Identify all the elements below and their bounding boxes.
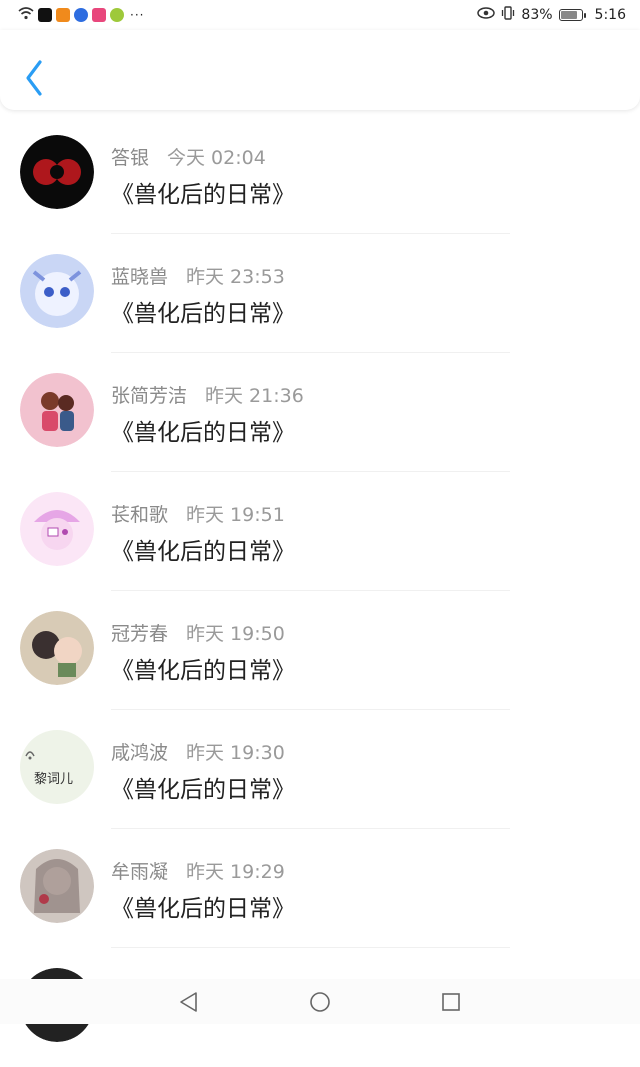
comment-time: 昨天 19:30	[186, 742, 285, 764]
lightbulb-icon	[110, 8, 124, 22]
book-title[interactable]: 《兽化后的日常》	[111, 889, 295, 923]
book-title[interactable]: 《兽化后的日常》	[111, 770, 295, 804]
user-name[interactable]: 蓝晓兽	[111, 262, 168, 289]
vibrate-icon	[501, 6, 515, 24]
user-name[interactable]: 牟雨凝	[111, 857, 168, 884]
list-item[interactable]: 冠芳春 昨天 19:50 《兽化后的日常》	[0, 591, 640, 710]
list-item[interactable]: 答银 今天 02:04 《兽化后的日常》	[0, 115, 640, 234]
video-icon	[56, 8, 70, 22]
avatar[interactable]	[20, 373, 94, 447]
back-button[interactable]	[20, 58, 52, 98]
comment-meta: 牟雨凝 昨天 19:29	[111, 857, 285, 884]
user-name[interactable]: 冠芳春	[111, 619, 168, 646]
comment-time: 昨天 19:29	[186, 861, 285, 883]
circle-home-icon	[310, 992, 330, 1012]
comment-meta: 咸鸿波 昨天 19:30	[111, 738, 285, 765]
tiktok-icon	[38, 8, 52, 22]
status-bar: ··· 83% 5:16	[0, 0, 640, 30]
chevron-left-icon	[26, 60, 42, 96]
more-notifications-icon: ···	[130, 8, 145, 22]
book-title[interactable]: 《兽化后的日常》	[111, 294, 295, 328]
list-item[interactable]: 牟雨凝 昨天 19:29 《兽化后的日常》	[0, 829, 640, 948]
battery-percent: 83%	[521, 7, 553, 23]
comment-meta: 苌和歌 昨天 19:51	[111, 500, 285, 527]
comment-time: 昨天 21:36	[205, 385, 304, 407]
user-name[interactable]: 苌和歌	[111, 500, 168, 527]
triangle-back-icon	[180, 992, 197, 1012]
top-bar	[0, 30, 640, 110]
square-recent-icon	[442, 993, 460, 1011]
book-title[interactable]: 《兽化后的日常》	[111, 532, 295, 566]
comment-time: 昨天 19:50	[186, 623, 285, 645]
avatar[interactable]	[20, 611, 94, 685]
battery-icon	[558, 9, 586, 21]
user-name[interactable]: 张简芳洁	[111, 381, 187, 408]
nav-home-button[interactable]	[307, 989, 333, 1015]
book-title[interactable]: 《兽化后的日常》	[111, 175, 295, 209]
book-title[interactable]: 《兽化后的日常》	[111, 413, 295, 447]
status-left: ···	[18, 6, 144, 24]
avatar[interactable]	[20, 254, 94, 328]
system-nav-bar	[0, 979, 640, 1024]
comment-meta: 冠芳春 昨天 19:50	[111, 619, 285, 646]
comment-time: 今天 02:04	[167, 147, 266, 169]
nav-recent-button[interactable]	[438, 989, 464, 1015]
comment-time: 昨天 19:51	[186, 504, 285, 526]
eye-icon	[477, 7, 496, 23]
list-item[interactable]: 黎词儿 咸鸿波 昨天 19:30 《兽化后的日常》	[0, 710, 640, 829]
user-name[interactable]: 答银	[111, 143, 149, 170]
wifi-icon	[18, 6, 34, 24]
user-name[interactable]: 咸鸿波	[111, 738, 168, 765]
avatar[interactable]	[20, 135, 94, 209]
app-icon	[92, 8, 106, 22]
comment-meta: 答银 今天 02:04	[111, 143, 266, 170]
avatar[interactable]	[20, 849, 94, 923]
list-item[interactable]: 苌和歌 昨天 19:51 《兽化后的日常》	[0, 472, 640, 591]
comment-time: 昨天 23:53	[186, 266, 285, 288]
comment-list: 答银 今天 02:04 《兽化后的日常》 蓝晓兽 昨天 23:53 《兽化后的日…	[0, 115, 640, 1067]
status-right: 83% 5:16	[477, 6, 626, 24]
baidu-icon	[74, 8, 88, 22]
avatar[interactable]: 黎词儿	[20, 730, 94, 804]
comment-meta: 蓝晓兽 昨天 23:53	[111, 262, 285, 289]
book-title[interactable]: 《兽化后的日常》	[111, 651, 295, 685]
nav-back-button[interactable]	[176, 989, 202, 1015]
avatar[interactable]	[20, 492, 94, 566]
comment-meta: 张简芳洁 昨天 21:36	[111, 381, 304, 408]
status-time: 5:16	[594, 7, 626, 23]
list-item[interactable]: 蓝晓兽 昨天 23:53 《兽化后的日常》	[0, 234, 640, 353]
avatar-text: 黎词儿	[34, 772, 74, 787]
list-item[interactable]: 张简芳洁 昨天 21:36 《兽化后的日常》	[0, 353, 640, 472]
